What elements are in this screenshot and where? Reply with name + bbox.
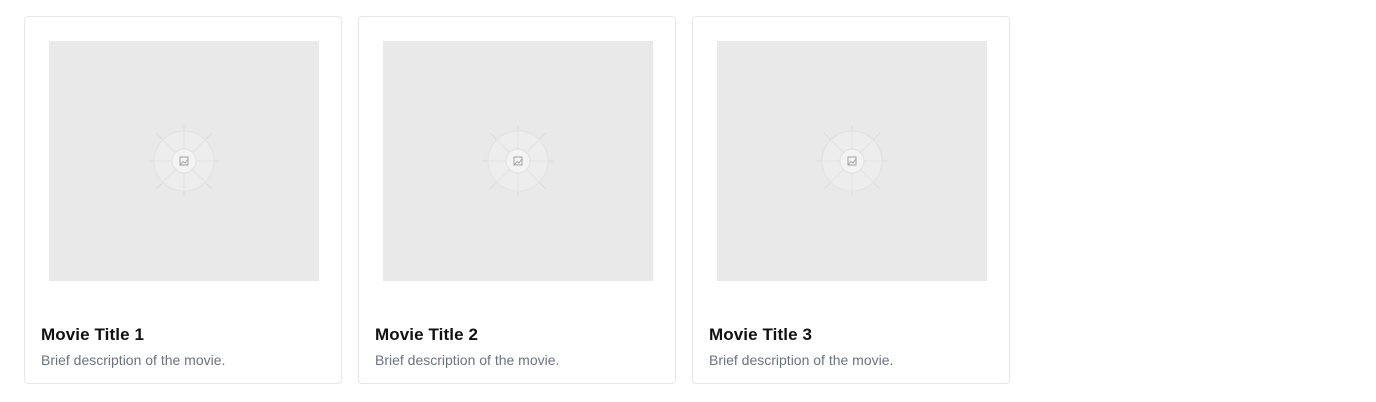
movie-thumbnail — [49, 41, 319, 281]
movie-title: Movie Title 1 — [41, 325, 145, 344]
movie-title: Movie Title 2 — [375, 325, 479, 344]
movie-description: Brief description of the movie. — [709, 352, 894, 368]
movie-title: Movie Title 3 — [709, 325, 813, 344]
movie-thumbnail — [717, 41, 987, 281]
movie-grid: Movie Title 1 Brief description of the m… — [24, 16, 1010, 384]
image-placeholder-icon — [483, 126, 553, 196]
movie-description: Brief description of the movie. — [375, 352, 560, 368]
movie-card[interactable]: Movie Title 3 Brief description of the m… — [692, 16, 1010, 384]
movie-card[interactable]: Movie Title 1 Brief description of the m… — [24, 16, 342, 384]
image-placeholder-icon — [817, 126, 887, 196]
image-placeholder-icon — [149, 126, 219, 196]
movie-thumbnail — [383, 41, 653, 281]
movie-description: Brief description of the movie. — [41, 352, 226, 368]
movie-card[interactable]: Movie Title 2 Brief description of the m… — [358, 16, 676, 384]
